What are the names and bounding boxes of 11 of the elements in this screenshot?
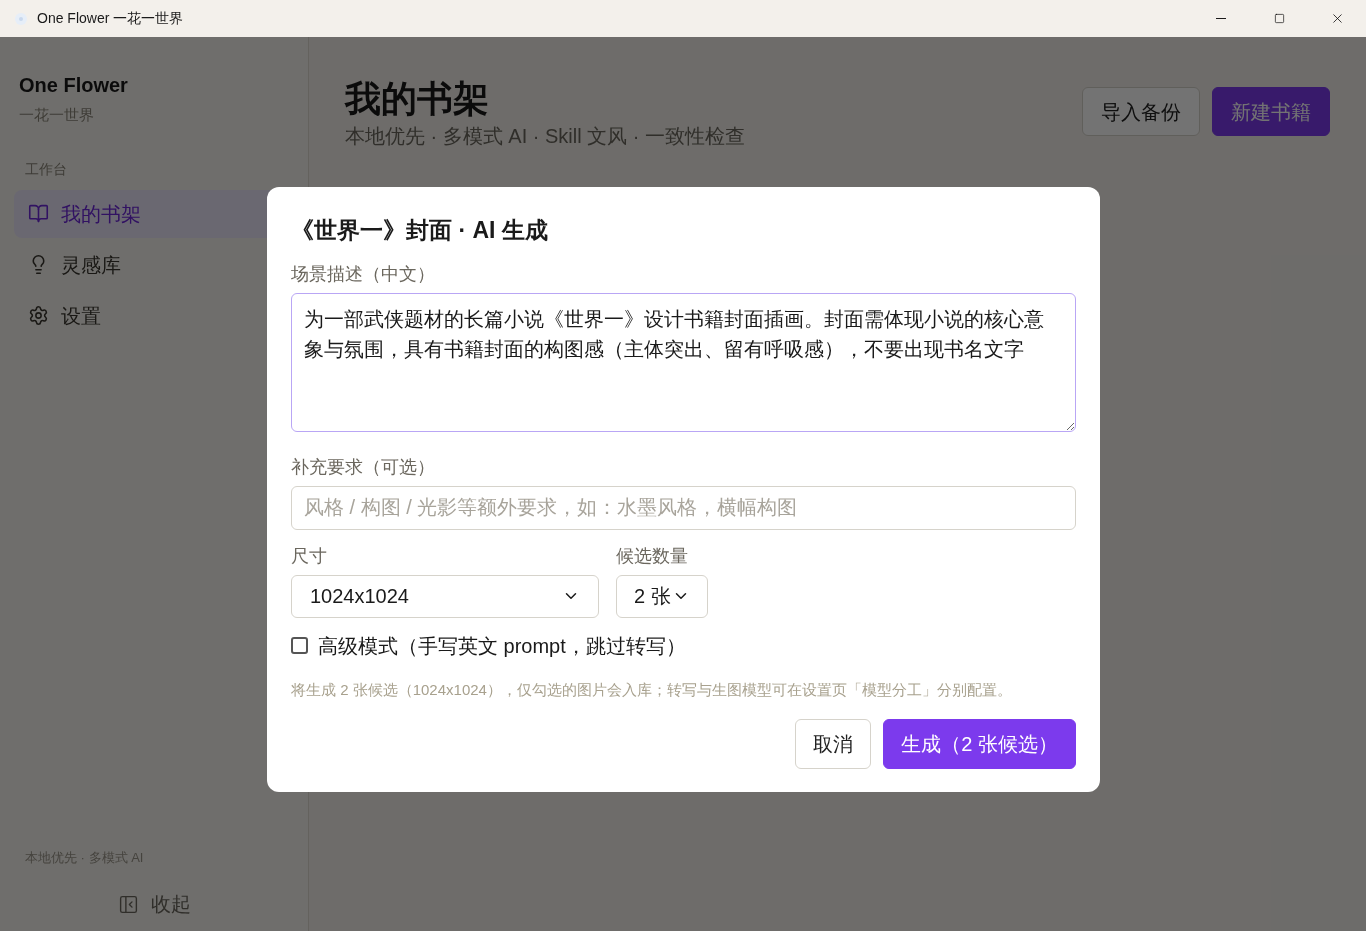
hint-text: 将生成 2 张候选（1024x1024），仅勾选的图片会入库；转写与生图模型可在设置页「模型分工」分别配置。 — [291, 679, 1013, 700]
page-title: 我的书架 — [345, 77, 490, 121]
app-name: One Flower — [19, 73, 129, 98]
field-label: 尺寸 — [291, 544, 328, 568]
field-label: 场景描述（中文） — [291, 262, 436, 286]
page-subtitle: 本地优先 · 多模式 AI · Skill 文风 · 一致性检查 — [345, 124, 746, 149]
field-label: 补充要求（可选） — [291, 455, 436, 479]
checkbox-label: 高级模式（手写英文 prompt，跳过转写） — [318, 633, 686, 659]
field-label: 候选数量 — [616, 544, 689, 568]
window-title: One Flower 一花一世界 — [37, 9, 184, 28]
dialog-title: 《世界一》封面 · AI 生成 — [291, 216, 549, 245]
